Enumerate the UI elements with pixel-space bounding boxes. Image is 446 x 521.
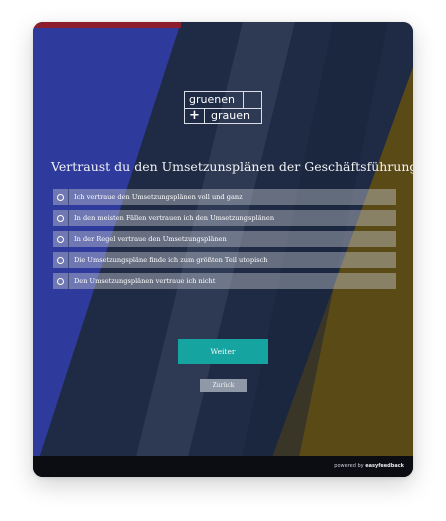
survey-question: Vertraust du den Umsetzunsplänen der Ges… xyxy=(51,159,413,174)
answer-option-label: Den Umsetzungsplänen vertraue ich nicht xyxy=(74,277,216,285)
survey-card: gruenen + grauen Vertraust du den Umsetz… xyxy=(33,22,413,477)
option-divider xyxy=(68,210,69,226)
powered-by-brand: easyfeedback xyxy=(365,463,404,469)
radio-circle-icon[interactable] xyxy=(57,214,64,222)
answer-option[interactable]: Ich vertraue den Umsetzungsplänen voll u… xyxy=(53,189,396,205)
answer-option[interactable]: Die Umsetzungspläne finde ich zum größte… xyxy=(53,252,396,268)
answer-options: Ich vertraue den Umsetzungsplänen voll u… xyxy=(53,189,396,294)
top-accent-bar xyxy=(33,22,181,28)
option-divider xyxy=(68,252,69,268)
powered-by-text[interactable]: powered by easyfeedback xyxy=(334,463,404,469)
answer-option[interactable]: In der Regel vertraue den Umsetzungsplän… xyxy=(53,231,396,247)
answer-option[interactable]: Den Umsetzungsplänen vertraue ich nicht xyxy=(53,273,396,289)
powered-by-prefix: powered by xyxy=(334,463,364,469)
answer-option-label: In der Regel vertraue den Umsetzungsplän… xyxy=(74,235,227,243)
option-divider xyxy=(68,273,69,289)
radio-circle-icon[interactable] xyxy=(57,277,64,285)
logo-plus-sign: + xyxy=(189,108,200,123)
next-button[interactable]: Weiter xyxy=(178,339,268,364)
option-divider xyxy=(68,189,69,205)
answer-option-label: Ich vertraue den Umsetzungsplänen voll u… xyxy=(74,193,243,201)
logo-divider xyxy=(243,92,244,108)
radio-circle-icon[interactable] xyxy=(57,193,64,201)
radio-circle-icon[interactable] xyxy=(57,256,64,264)
option-divider xyxy=(68,231,69,247)
brand-logo: gruenen + grauen xyxy=(184,91,262,124)
footer-bar: powered by easyfeedback xyxy=(33,456,413,477)
answer-option[interactable]: In den meisten Fällen vertrauen ich den … xyxy=(53,210,396,226)
answer-option-label: In den meisten Fällen vertrauen ich den … xyxy=(74,214,275,222)
back-button[interactable]: Zurück xyxy=(200,379,247,392)
logo-word-gruenen: gruenen xyxy=(189,93,235,106)
radio-circle-icon[interactable] xyxy=(57,235,64,243)
answer-option-label: Die Umsetzungspläne finde ich zum größte… xyxy=(74,256,268,264)
logo-divider xyxy=(204,108,205,124)
logo-word-grauen: grauen xyxy=(211,109,250,122)
